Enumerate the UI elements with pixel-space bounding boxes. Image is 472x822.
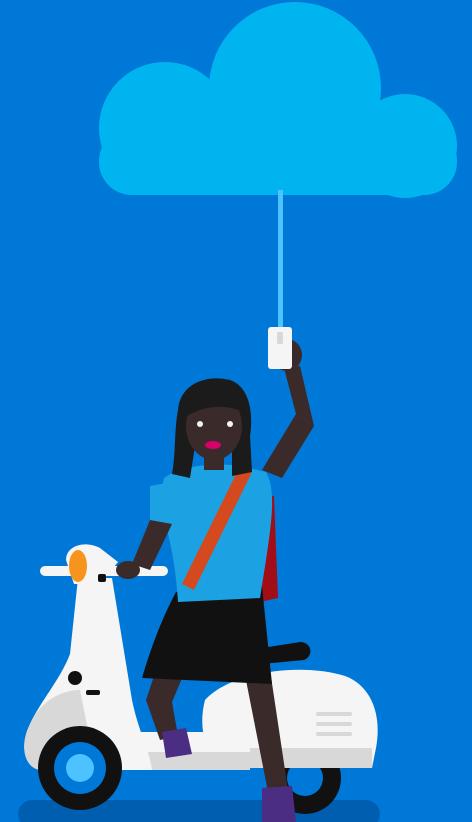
illustration-canvas: [0, 0, 472, 822]
phone-icon: [268, 327, 292, 369]
cloud-scooter-illustration: [0, 0, 472, 822]
mouth: [205, 441, 221, 449]
cloud-cable: [278, 190, 283, 330]
